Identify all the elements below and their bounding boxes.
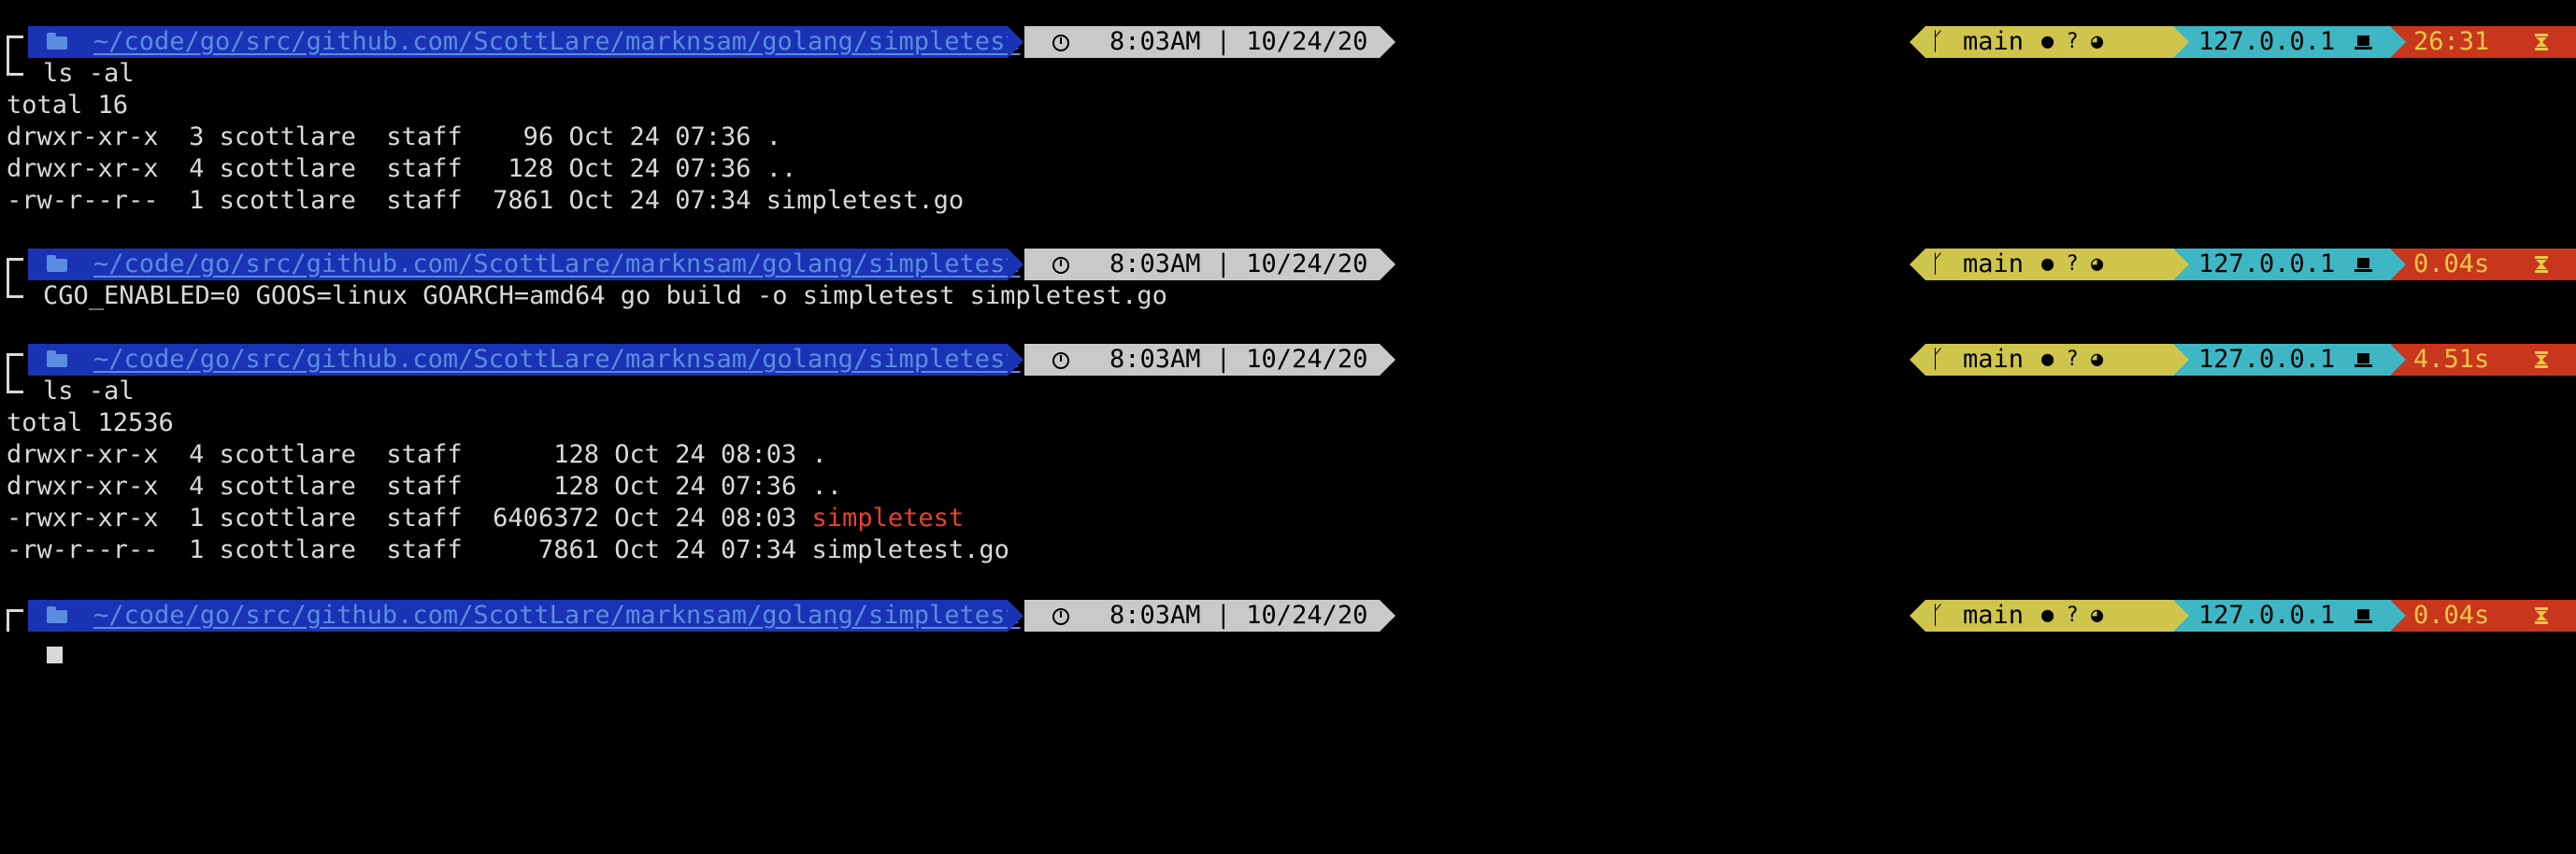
time-segment: 8:03AM | 10/24/20: [1024, 600, 1395, 632]
host-segment: 127.0.0.1: [2173, 26, 2391, 58]
clock-icon: [1052, 608, 1069, 625]
branch-icon: ᚴ: [1930, 602, 1945, 630]
command-line[interactable]: [0, 632, 2576, 663]
host-segment: 127.0.0.1: [2173, 249, 2391, 280]
time-text: 8:03AM | 10/24/20: [1109, 345, 1368, 374]
host-segment: 127.0.0.1: [2173, 600, 2391, 632]
branch-name: main: [1963, 249, 2025, 278]
path-text[interactable]: ~/code/go/src/github.com/ScottLare/markn…: [93, 600, 1021, 632]
output-line: drwxr-xr-x 4 scottlare staff 128 Oct 24 …: [7, 440, 827, 469]
command-line: ls -al: [0, 58, 2576, 90]
git-icons: ● ? ◕: [2041, 30, 2104, 53]
output-line: drwxr-xr-x 4 scottlare staff 128 Oct 24 …: [7, 472, 843, 501]
computer-icon: [2354, 258, 2372, 272]
clock-icon: [1052, 35, 1069, 51]
path-segment: ~/code/go/src/github.com/ScottLare/markn…: [28, 249, 1023, 280]
prompt-line-4: ~/code/go/src/github.com/ScottLare/markn…: [0, 600, 2576, 632]
duration-text: 0.04s: [2413, 601, 2490, 630]
hourglass-icon: [2535, 351, 2548, 368]
git-segment: ᚴ main ● ? ◕: [1910, 249, 2174, 280]
text-cursor[interactable]: [47, 647, 63, 663]
prompt-corner: [7, 353, 23, 376]
git-segment: ᚴ main ● ? ◕: [1910, 26, 2174, 58]
computer-icon: [2354, 609, 2372, 623]
path-text[interactable]: ~/code/go/src/github.com/ScottLare/markn…: [93, 344, 1021, 376]
branch-icon: ᚴ: [1930, 346, 1945, 374]
prompt-corner: [7, 609, 23, 632]
branch-name: main: [1963, 27, 2025, 56]
clock-icon: [1052, 352, 1069, 369]
branch-name: main: [1963, 345, 2025, 374]
prompt-corner: [7, 36, 23, 58]
terminal-window[interactable]: ~/code/go/src/github.com/ScottLare/markn…: [0, 0, 2576, 663]
branch-icon: ᚴ: [1930, 28, 1945, 56]
path-text[interactable]: ~/code/go/src/github.com/ScottLare/markn…: [93, 26, 1021, 58]
git-icons: ● ? ◕: [2041, 348, 2104, 371]
git-icons: ● ? ◕: [2041, 252, 2104, 276]
hourglass-icon: [2535, 34, 2548, 50]
folder-icon: [47, 255, 67, 272]
duration-segment: 26:31: [2390, 26, 2576, 58]
folder-icon: [47, 606, 67, 623]
duration-text: 0.04s: [2413, 249, 2490, 278]
output-line: total 16: [7, 91, 129, 120]
prompt-corner: [7, 258, 23, 280]
prompt-line-2: ~/code/go/src/github.com/ScottLare/markn…: [0, 249, 2576, 280]
command-line: CGO_ENABLED=0 GOOS=linux GOARCH=amd64 go…: [0, 280, 2576, 312]
host-text: 127.0.0.1: [2198, 249, 2336, 278]
computer-icon: [2354, 36, 2372, 50]
time-text: 8:03AM | 10/24/20: [1109, 27, 1368, 56]
host-text: 127.0.0.1: [2198, 27, 2336, 56]
duration-segment: 0.04s: [2390, 249, 2576, 280]
path-segment: ~/code/go/src/github.com/ScottLare/markn…: [28, 26, 1023, 58]
command-text: ls -al: [43, 59, 135, 88]
output-line: -rw-r--r-- 1 scottlare staff 7861 Oct 24…: [7, 535, 1009, 564]
output-line: drwxr-xr-x 4 scottlare staff 128 Oct 24 …: [7, 154, 797, 183]
git-icons: ● ? ◕: [2041, 604, 2104, 627]
folder-icon: [47, 33, 67, 50]
hourglass-icon: [2535, 607, 2548, 624]
prompt-line-1: ~/code/go/src/github.com/ScottLare/markn…: [0, 26, 2576, 58]
path-text[interactable]: ~/code/go/src/github.com/ScottLare/markn…: [93, 249, 1021, 280]
duration-text: 4.51s: [2413, 345, 2490, 374]
prompt-line-3: ~/code/go/src/github.com/ScottLare/markn…: [0, 344, 2576, 376]
branch-icon: ᚴ: [1930, 250, 1945, 278]
executable-file: simpletest: [811, 504, 965, 533]
branch-name: main: [1963, 601, 2025, 630]
git-segment: ᚴ main ● ? ◕: [1910, 344, 2174, 376]
path-segment: ~/code/go/src/github.com/ScottLare/markn…: [28, 344, 1023, 376]
folder-icon: [47, 350, 67, 367]
host-text: 127.0.0.1: [2198, 345, 2336, 374]
command-text: ls -al: [43, 377, 135, 406]
prompt-corner: [7, 280, 23, 298]
host-text: 127.0.0.1: [2198, 601, 2336, 630]
prompt-corner: [7, 376, 23, 393]
output-line: -rw-r--r-- 1 scottlare staff 7861 Oct 24…: [7, 186, 965, 215]
time-segment: 8:03AM | 10/24/20: [1024, 344, 1395, 376]
duration-segment: 4.51s: [2390, 344, 2576, 376]
host-segment: 127.0.0.1: [2173, 344, 2391, 376]
duration-text: 26:31: [2413, 27, 2490, 56]
output-line: drwxr-xr-x 3 scottlare staff 96 Oct 24 0…: [7, 122, 782, 151]
clock-icon: [1052, 257, 1069, 274]
output-line: -rwxr-xr-x 1 scottlare staff 6406372 Oct…: [7, 504, 965, 533]
time-text: 8:03AM | 10/24/20: [1109, 249, 1368, 278]
time-segment: 8:03AM | 10/24/20: [1024, 249, 1395, 280]
command-text: CGO_ENABLED=0 GOOS=linux GOARCH=amd64 go…: [43, 281, 1167, 310]
time-text: 8:03AM | 10/24/20: [1109, 601, 1368, 630]
prompt-corner: [7, 58, 23, 76]
duration-segment: 0.04s: [2390, 600, 2576, 632]
time-segment: 8:03AM | 10/24/20: [1024, 26, 1395, 58]
git-segment: ᚴ main ● ? ◕: [1910, 600, 2174, 632]
command-line: ls -al: [0, 376, 2576, 407]
path-segment: ~/code/go/src/github.com/ScottLare/markn…: [28, 600, 1023, 632]
computer-icon: [2354, 353, 2372, 367]
hourglass-icon: [2535, 256, 2548, 273]
output-line: total 12536: [7, 408, 174, 437]
